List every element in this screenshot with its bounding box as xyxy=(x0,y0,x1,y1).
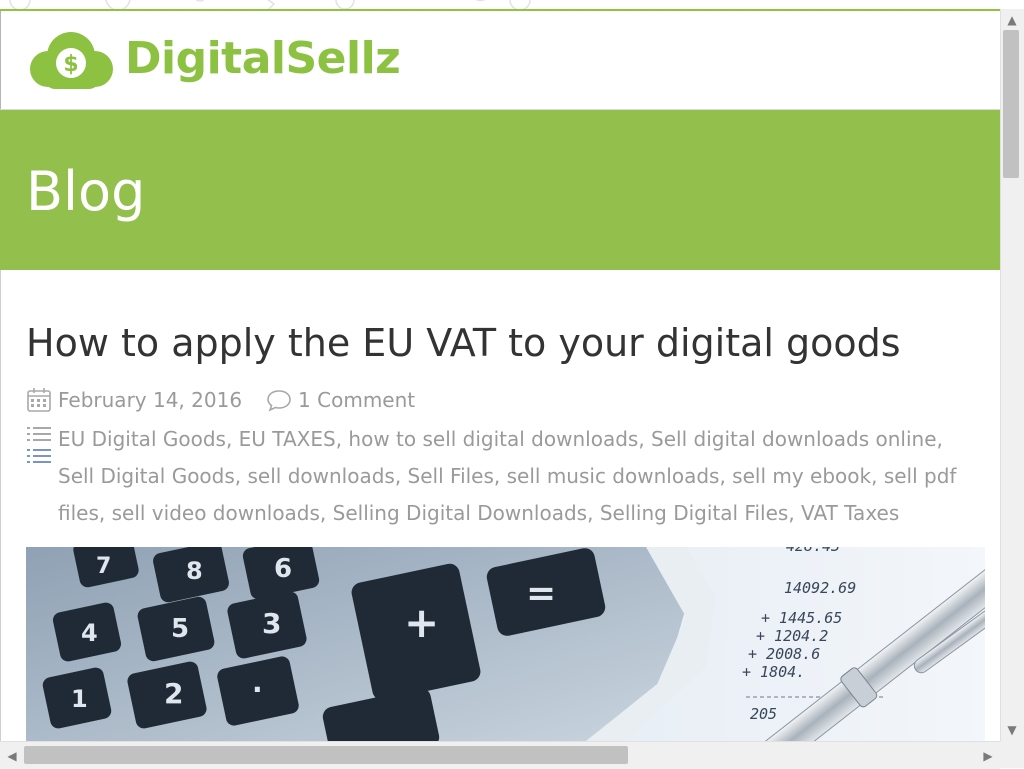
post-title-link[interactable]: How to apply the EU VAT to your digital … xyxy=(26,319,901,367)
image-figure-6: 205 xyxy=(750,705,777,723)
calendar-icon xyxy=(27,388,51,412)
cloud-dollar-icon: $ xyxy=(30,32,113,89)
tag-separator: , xyxy=(319,501,333,525)
tag-link[interactable]: EU Digital Goods xyxy=(58,427,226,451)
tag-separator: , xyxy=(638,427,652,451)
tag-link[interactable]: how to sell digital downloads xyxy=(348,427,638,451)
top-decoration xyxy=(0,0,1000,9)
tag-link[interactable]: Sell Digital Goods xyxy=(58,464,235,488)
svg-text:3: 3 xyxy=(262,607,281,640)
svg-text:8: 8 xyxy=(186,557,203,585)
svg-text:=: = xyxy=(526,573,556,614)
post-date: February 14, 2016 xyxy=(58,388,243,412)
content-left-border xyxy=(0,270,1,741)
tag-link[interactable]: Selling Digital Files xyxy=(600,501,789,525)
svg-text:+: + xyxy=(404,598,439,647)
svg-text:4: 4 xyxy=(81,619,98,647)
calculator-pen-image: 7 8 6 4 5 3 1 2 · + = 428.43 14092.69 + … xyxy=(26,547,985,741)
tag-link[interactable]: sell music downloads xyxy=(507,464,720,488)
svg-text:$: $ xyxy=(63,52,78,77)
scroll-left-arrow-icon[interactable]: ◀ xyxy=(4,748,20,764)
svg-text:5: 5 xyxy=(171,614,189,644)
page-title: Blog xyxy=(26,160,146,223)
page: $ DigitalSellz Blog How to apply the EU … xyxy=(0,9,1000,741)
post-tags-list: EU Digital Goods, EU TAXES, how to sell … xyxy=(58,421,976,532)
tag-separator: , xyxy=(493,464,507,488)
tag-separator: , xyxy=(871,464,884,488)
svg-text:6: 6 xyxy=(274,554,292,584)
image-figure-2: + 1445.65 xyxy=(761,609,842,627)
scrollbar-corner xyxy=(1000,741,1024,768)
list-icon xyxy=(27,427,51,463)
tag-separator: , xyxy=(587,501,600,525)
tag-link[interactable]: VAT Taxes xyxy=(801,501,899,525)
tag-separator: , xyxy=(788,501,802,525)
svg-text:7: 7 xyxy=(96,554,111,579)
post-tags: EU Digital Goods, EU TAXES, how to sell … xyxy=(26,421,976,532)
site-logo-text: DigitalSellz xyxy=(125,33,401,84)
svg-text:·: · xyxy=(252,673,263,706)
tag-separator: , xyxy=(225,427,239,451)
svg-text:2: 2 xyxy=(164,677,183,710)
tag-separator: , xyxy=(234,464,248,488)
image-figure-0: 428.43 xyxy=(786,547,840,555)
tag-link[interactable]: EU TAXES xyxy=(239,427,336,451)
tag-link[interactable]: sell downloads xyxy=(248,464,395,488)
tag-separator: , xyxy=(936,427,943,451)
image-figure-3: + 1204.2 xyxy=(756,627,828,645)
image-figure-1: 14092.69 xyxy=(784,579,856,597)
speech-bubble-icon xyxy=(267,390,291,412)
tag-link[interactable]: Selling Digital Downloads xyxy=(333,501,587,525)
tag-separator: , xyxy=(394,464,408,488)
tag-link[interactable]: Sell digital downloads online xyxy=(651,427,936,451)
tag-separator: , xyxy=(98,501,112,525)
page-banner: Blog xyxy=(0,110,1000,270)
svg-text:1: 1 xyxy=(71,685,88,713)
scroll-up-arrow-icon[interactable]: ▲ xyxy=(1004,12,1020,28)
post-meta: February 14, 2016 1 Comment xyxy=(26,385,415,415)
post-comments-link[interactable]: 1 Comment xyxy=(298,388,415,412)
vertical-scroll-thumb[interactable] xyxy=(1003,30,1019,178)
tag-link[interactable]: sell video downloads xyxy=(112,501,320,525)
tag-link[interactable]: sell my ebook xyxy=(732,464,871,488)
tag-separator: , xyxy=(335,427,349,451)
horizontal-scroll-thumb[interactable] xyxy=(24,746,628,764)
scroll-right-arrow-icon[interactable]: ▶ xyxy=(980,748,996,764)
site-logo-link[interactable]: $ DigitalSellz xyxy=(1,11,401,109)
image-figure-5: + 1804. xyxy=(742,663,805,681)
site-header: $ DigitalSellz xyxy=(0,11,1000,109)
scroll-down-arrow-icon[interactable]: ▼ xyxy=(1004,722,1020,738)
image-figure-4: + 2008.6 xyxy=(748,645,820,663)
tag-separator: , xyxy=(719,464,733,488)
featured-image[interactable]: 7 8 6 4 5 3 1 2 · + = 428.43 14092.69 + … xyxy=(26,547,985,741)
tag-link[interactable]: Sell Files xyxy=(408,464,494,488)
